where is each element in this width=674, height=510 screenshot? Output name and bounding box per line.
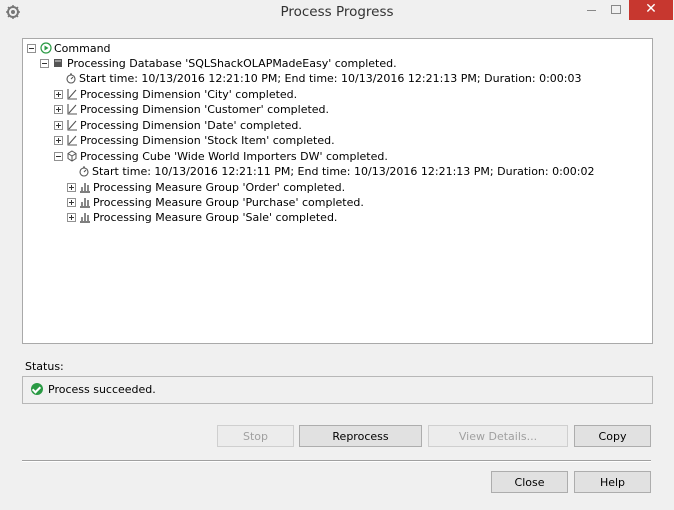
collapse-toggle[interactable] (40, 59, 49, 68)
bar-chart-icon (80, 213, 90, 223)
dimension-axis-icon (67, 135, 77, 146)
reprocess-button[interactable]: Reprocess (299, 425, 422, 447)
help-button[interactable]: Help (574, 471, 651, 493)
minimize-icon (587, 10, 596, 11)
expand-toggle[interactable] (54, 136, 63, 145)
tree-node-label: Processing Dimension 'City' completed. (80, 88, 298, 101)
bar-chart-icon (80, 183, 90, 193)
tree-node-label: Start time: 10/13/2016 12:21:10 PM; End … (79, 72, 582, 85)
close-button[interactable]: Close (491, 471, 568, 493)
expand-toggle[interactable] (54, 105, 63, 114)
status-box: Process succeeded. (22, 376, 653, 404)
view-details-button[interactable]: View Details... (428, 425, 568, 447)
dimension-axis-icon (67, 120, 77, 131)
status-text: Process succeeded. (48, 383, 156, 396)
close-window-button[interactable]: ✕ (629, 0, 673, 20)
process-progress-window: Process Progress ✕ Command Processing Da… (0, 0, 674, 510)
expand-toggle[interactable] (54, 121, 63, 130)
expand-toggle[interactable] (67, 198, 76, 207)
stop-button[interactable]: Stop (217, 425, 294, 447)
status-label: Status: (25, 360, 64, 373)
tree-node-label: Processing Dimension 'Stock Item' comple… (80, 134, 335, 147)
maximize-icon (611, 5, 621, 14)
bar-chart-icon (80, 198, 90, 208)
collapse-toggle[interactable] (54, 152, 63, 161)
tree-node-label: Start time: 10/13/2016 12:21:11 PM; End … (92, 165, 595, 178)
minimize-button[interactable] (580, 0, 604, 20)
separator (22, 460, 651, 462)
close-icon: ✕ (645, 1, 657, 17)
cube-icon (67, 150, 77, 162)
stopwatch-icon (66, 73, 76, 84)
window-title: Process Progress (280, 4, 394, 20)
tree-node-label: Processing Cube 'Wide World Importers DW… (80, 150, 388, 163)
progress-tree[interactable]: Command Processing Database 'SQLShackOLA… (22, 38, 653, 344)
expand-toggle[interactable] (54, 90, 63, 99)
tree-node-label: Processing Database 'SQLShackOLAPMadeEas… (67, 57, 397, 70)
database-cube-icon (54, 59, 62, 67)
stopwatch-icon (79, 166, 89, 177)
tree-node-label: Processing Measure Group 'Order' complet… (93, 181, 346, 194)
tree-node-label: Processing Measure Group 'Sale' complete… (93, 211, 338, 224)
play-icon (40, 42, 52, 54)
maximize-button[interactable] (604, 0, 628, 20)
copy-button[interactable]: Copy (574, 425, 651, 447)
title-bar[interactable]: Process Progress ✕ (0, 0, 674, 24)
dimension-axis-icon (67, 89, 77, 100)
tree-node-label: Processing Measure Group 'Purchase' comp… (93, 196, 364, 209)
check-circle-icon (31, 383, 43, 395)
expand-toggle[interactable] (67, 213, 76, 222)
dimension-axis-icon (67, 104, 77, 115)
tree-node-label: Command (54, 42, 111, 55)
expand-toggle[interactable] (67, 183, 76, 192)
tree-node-label: Processing Dimension 'Customer' complete… (80, 103, 330, 116)
tree-node-label: Processing Dimension 'Date' completed. (80, 119, 302, 132)
collapse-toggle[interactable] (27, 44, 36, 53)
